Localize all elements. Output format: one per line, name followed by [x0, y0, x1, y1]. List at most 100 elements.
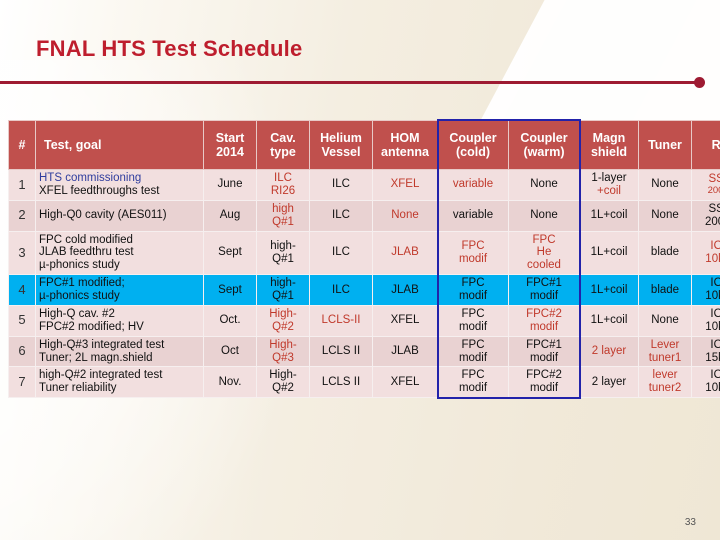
cell-line: Tuner; 2L magn.shield	[39, 351, 153, 364]
cell-cav-type: High- Q#2	[256, 366, 310, 399]
cell-magn-shield: 2 layer	[579, 366, 639, 399]
cell-tuner: lever tuner2	[638, 366, 692, 399]
cell-magn-shield: 1L+coil	[579, 304, 639, 337]
cell-line: 10kW	[705, 382, 720, 395]
cell-line: Sept	[218, 246, 242, 259]
column-header-line: type	[270, 145, 296, 159]
cell-row-number: 3	[8, 230, 36, 276]
cell-line: None	[651, 209, 679, 222]
cell-line: He	[536, 246, 552, 259]
cell-line: FPC	[461, 277, 485, 290]
cell-line: µ-phonics study	[39, 290, 120, 302]
cell-goal: HTS commissioning XFEL feedthroughs test	[35, 169, 204, 201]
column-header-magn-shield: Magn shield	[579, 120, 639, 170]
cell-line: Nov.	[218, 375, 242, 388]
cell-row-number: 7	[8, 366, 36, 399]
cell-goal: FPC#1 modified; µ-phonics study	[35, 274, 204, 306]
cell-line: Lever	[650, 338, 680, 351]
cell-line: FPC#1	[526, 338, 562, 351]
column-header-line: Magn	[592, 131, 626, 145]
cell-line: 1L+coil	[590, 246, 628, 259]
cell-line: high-	[270, 239, 296, 252]
cell-goal: FPC cold modified JLAB feedthru test µ-pho…	[35, 230, 204, 276]
cell-line: High-Q0 cavity (AES011)	[39, 209, 167, 222]
cell-hom-antenna: JLAB	[372, 274, 438, 306]
cell-line: tuner2	[648, 382, 682, 395]
column-header-line: (warm)	[523, 145, 565, 159]
cell-line: modif	[458, 382, 488, 395]
cell-row-number: 4	[8, 274, 36, 306]
cell-line: FPC#1	[526, 277, 562, 290]
cell-line: 1L+coil	[590, 283, 628, 296]
cell-line: 15kW	[705, 351, 720, 364]
cell-line: Oct	[221, 345, 239, 358]
cell-hom-antenna: XFEL	[372, 304, 438, 337]
cell-line: modif	[458, 290, 488, 302]
cell-coupler-cold: FPC modif	[437, 230, 509, 276]
cell-line: SSA	[708, 202, 720, 215]
cell-line: JLAB	[391, 246, 419, 259]
cell-line: Q#1	[272, 290, 294, 302]
cell-line: 200W	[707, 185, 720, 196]
cell-cav-type: High- Q#2	[256, 304, 310, 337]
cell-goal: High-Q cav. #2 FPC#2 modified; HV	[35, 304, 204, 337]
cell-coupler-cold: FPC modif	[437, 274, 509, 306]
cell-magn-shield: 1L+coil	[579, 274, 639, 306]
cell-tuner: blade	[638, 230, 692, 276]
cell-goal: high-Q#2 integrated test Tuner reliabilit…	[35, 366, 204, 399]
cell-line: tuner1	[648, 351, 682, 364]
cell-rf: IOT10kW	[691, 366, 720, 399]
cell-line: High-Q#3 integrated test	[39, 338, 165, 351]
cell-row-number: 6	[8, 335, 36, 368]
cell-line: LCLS II	[321, 375, 361, 388]
column-header-coupler-cold: Coupler (cold)	[437, 120, 509, 170]
cell-line: ILC	[274, 172, 292, 184]
cell-line: 1L+coil	[590, 209, 628, 222]
cell-line: lever	[652, 369, 678, 382]
column-header-line: 2014	[216, 145, 244, 159]
cell-line: 10kW	[705, 320, 720, 333]
cell-coupler-warm: FPC He cooled	[508, 230, 580, 276]
cell-line: variable	[452, 178, 494, 191]
cell-row-number: 1	[8, 169, 36, 201]
cell-rf: IOT10kW	[691, 304, 720, 337]
cell-coupler-warm: None	[508, 169, 580, 201]
cell-helium-vessel: LCLS-II	[309, 304, 373, 337]
cell-coupler-cold: variable	[437, 169, 509, 201]
cell-hom-antenna: None	[372, 199, 438, 232]
cell-line: IOT	[710, 338, 720, 351]
column-header-hom-antenna: HOM antenna	[372, 120, 438, 170]
cell-line: 2 layer	[591, 375, 627, 388]
cell-line: 10kW	[705, 290, 720, 302]
cell-row-number: 5	[8, 304, 36, 337]
cell-line: +coil	[597, 184, 621, 197]
cell-line: 2 layer	[591, 345, 627, 358]
column-header-line: shield	[590, 145, 628, 159]
cell-line: None	[651, 314, 679, 327]
column-header-line: Cav.	[270, 131, 296, 145]
cell-coupler-cold: variable	[437, 199, 509, 232]
slide-canvas: FNAL HTS Test Schedule # Test, goal Start 2…	[0, 0, 720, 540]
cell-line: LCLS-II	[321, 314, 361, 327]
cell-coupler-warm: FPC#1 modif	[508, 274, 580, 306]
cell-tuner: blade	[638, 274, 692, 306]
cell-cav-type: high Q#1	[256, 199, 310, 232]
slide-title: FNAL HTS Test Schedule	[36, 36, 303, 61]
cell-line: modif	[458, 320, 488, 333]
column-header-line: Coupler	[449, 131, 497, 145]
column-header-goal: Test, goal	[35, 120, 204, 170]
table-row: 2 High-Q0 cavity (AES011) Aug high Q#1 ILC Non…	[8, 199, 720, 232]
cell-start: Sept	[203, 230, 257, 276]
cell-magn-shield: 1L+coil	[579, 230, 639, 276]
cell-coupler-warm: FPC#2 modif	[508, 304, 580, 337]
cell-goal: High-Q#3 integrated test Tuner; 2L magn.s…	[35, 335, 204, 368]
cell-line: IOT	[710, 369, 720, 382]
cell-line: June	[217, 178, 243, 191]
column-header-cav-type: Cav. type	[256, 120, 310, 170]
cell-line: RI26	[270, 184, 296, 197]
cell-cav-type: ILC RI26	[256, 169, 310, 201]
column-header-coupler-warm: Coupler (warm)	[508, 120, 580, 170]
cell-line: Q#2	[272, 320, 294, 333]
cell-helium-vessel: ILC	[309, 169, 373, 201]
cell-coupler-warm: FPC#1 modif	[508, 335, 580, 368]
